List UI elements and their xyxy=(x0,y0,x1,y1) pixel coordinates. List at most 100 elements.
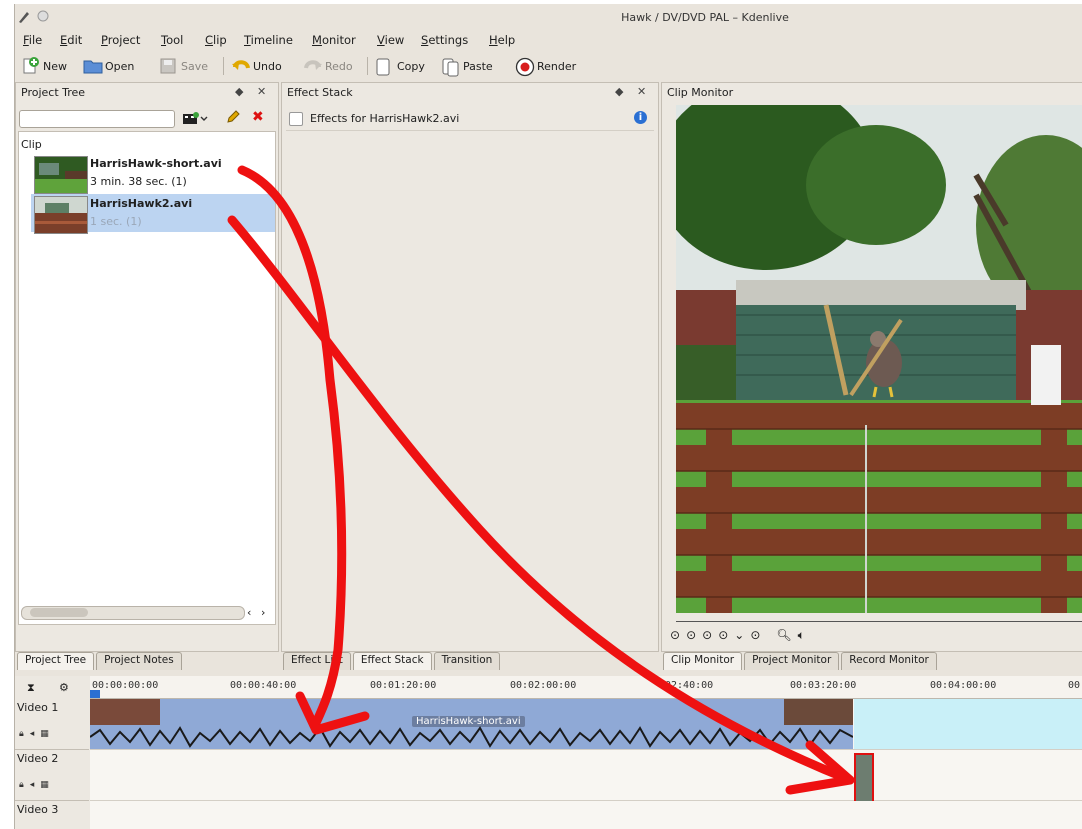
clip-item-harrishawk2[interactable]: HarrisHawk2.avi 1 sec. (1) xyxy=(31,194,275,234)
play-menu-chevron-icon[interactable]: ⌄ xyxy=(734,628,744,643)
forward-icon[interactable]: ⊙ xyxy=(750,628,760,643)
toolbar-separator xyxy=(223,57,224,75)
monitor-ruler[interactable] xyxy=(676,615,1082,622)
playhead-marker[interactable] xyxy=(90,690,100,698)
previous-frame-icon[interactable]: ⊙ xyxy=(702,628,712,643)
add-clip-icon[interactable] xyxy=(182,111,208,128)
paste-label: Paste xyxy=(463,59,493,73)
open-folder-icon xyxy=(83,57,103,75)
clip-thumbnail xyxy=(34,196,88,234)
volume-icon[interactable]: 🔈︎ xyxy=(798,628,805,643)
scroll-left-icon[interactable]: ‹ xyxy=(247,606,251,619)
ruler-tick: 00:04:00:00 xyxy=(930,680,997,691)
scroll-right-icon[interactable]: › xyxy=(261,606,265,619)
clip-name: HarrisHawk2.avi xyxy=(90,197,193,210)
zoom-timeline-icon[interactable]: ⧗ xyxy=(27,681,35,695)
ruler-tick: 00:00:40:00 xyxy=(230,680,297,691)
rewind-icon[interactable]: ⊙ xyxy=(686,628,696,643)
tab-effect-list[interactable]: Effect List xyxy=(283,652,351,670)
new-document-icon xyxy=(21,57,39,75)
render-button[interactable]: Render xyxy=(515,55,576,77)
window-menu-icon[interactable] xyxy=(37,10,49,22)
ruler-tick: 00: xyxy=(1068,680,1082,691)
zoom-icon[interactable]: 🔍︎ xyxy=(776,628,791,643)
toolbar-separator xyxy=(367,57,368,75)
menu-edit[interactable]: Edit xyxy=(60,33,82,47)
track-lock-mute-icons[interactable]: 🔒︎◂▦ xyxy=(19,780,55,790)
clip-item-harrishawk-short[interactable]: HarrisHawk-short.avi 3 min. 38 sec. (1) xyxy=(31,154,273,194)
project-search-input[interactable] xyxy=(19,110,175,128)
menu-clip[interactable]: Clip xyxy=(205,33,227,47)
tab-transition[interactable]: Transition xyxy=(433,652,501,670)
track-video-1[interactable]: HarrisHawk-short.avi xyxy=(90,699,1082,750)
tab-project-tree[interactable]: Project Tree xyxy=(17,652,95,670)
ruler-tick: 00:00:00:00 xyxy=(92,680,159,691)
clip-duration: 1 sec. (1) xyxy=(90,215,142,228)
title-bar: Hawk / DV/DVD PAL – Kdenlive xyxy=(15,4,1082,30)
redo-button[interactable]: Redo xyxy=(303,55,353,77)
app-icon[interactable] xyxy=(17,10,29,23)
tab-project-notes[interactable]: Project Notes xyxy=(96,652,182,670)
edit-clip-icon[interactable] xyxy=(226,110,240,127)
monitor-controls: ⊙ ⊙ ⊙ ⊙ ⌄ ⊙ 🔍︎ 🔈︎ xyxy=(670,628,805,643)
play-icon[interactable]: ⊙ xyxy=(718,628,728,643)
clip-monitor-panel: Clip Monitor ⊙ ⊙ ⊙ ⊙ ⌄ ⊙ 🔍︎ 🔈︎ xyxy=(661,82,1082,652)
save-button[interactable]: Save xyxy=(159,55,208,77)
paste-button[interactable]: Paste xyxy=(441,55,493,77)
open-label: Open xyxy=(105,59,135,73)
effects-for-label: Effects for HarrisHawk2.avi xyxy=(310,112,460,125)
open-button[interactable]: Open xyxy=(83,55,134,77)
clip-thumbnail xyxy=(34,156,88,194)
effect-stack-panel: Effect Stack ◆ ✕ Effects for HarrisHawk2… xyxy=(281,82,659,652)
tab-effect-stack[interactable]: Effect Stack xyxy=(352,652,432,670)
clip-duration: 3 min. 38 sec. (1) xyxy=(90,175,187,188)
float-panel-icon[interactable]: ◆ xyxy=(615,85,623,98)
monitor-video-frame xyxy=(676,105,1082,613)
track-empty-highlight xyxy=(854,699,1082,749)
save-disk-icon xyxy=(159,57,177,75)
close-panel-icon[interactable]: ✕ xyxy=(637,85,646,98)
effects-checkbox[interactable] xyxy=(289,112,303,126)
scrollbar-thumb[interactable] xyxy=(30,608,88,617)
menu-bar: File Edit Project Tool Clip Timeline Mon… xyxy=(15,31,1082,49)
track-video-3[interactable] xyxy=(90,801,1082,829)
menu-help[interactable]: Help xyxy=(489,33,515,47)
clip-group-label: Clip xyxy=(21,138,42,151)
redo-label: Redo xyxy=(325,59,353,73)
info-icon[interactable]: i xyxy=(634,111,647,124)
close-panel-icon[interactable]: ✕ xyxy=(257,85,266,98)
timeline-clip-harrishawk2[interactable] xyxy=(854,753,874,804)
kdenlive-window: Hawk / DV/DVD PAL – Kdenlive File Edit P… xyxy=(14,4,1082,829)
tab-record-monitor[interactable]: Record Monitor xyxy=(841,652,937,670)
clip-list: Clip HarrisHawk-short.avi 3 min. 38 sec.… xyxy=(18,131,276,625)
menu-file[interactable]: File xyxy=(23,33,42,47)
copy-button[interactable]: Copy xyxy=(375,55,425,77)
effects-header-row: Effects for HarrisHawk2.avi i xyxy=(286,108,654,131)
seek-start-icon[interactable]: ⊙ xyxy=(670,628,680,643)
menu-view[interactable]: View xyxy=(377,33,404,47)
tab-project-monitor[interactable]: Project Monitor xyxy=(744,652,840,670)
track-video-2[interactable] xyxy=(90,750,1082,804)
render-label: Render xyxy=(537,59,577,73)
menu-tool[interactable]: Tool xyxy=(161,33,183,47)
paste-icon xyxy=(441,57,459,77)
timeline-ruler[interactable]: 00:00:00:00 00:00:40:00 00:01:20:00 00:0… xyxy=(90,676,1082,699)
menu-project[interactable]: Project xyxy=(101,33,140,47)
ruler-tick: 02:40:00 xyxy=(665,680,714,691)
menu-timeline[interactable]: Timeline xyxy=(244,33,293,47)
save-label: Save xyxy=(181,59,209,73)
track-lock-mute-icons[interactable]: 🔒︎◂▦ xyxy=(19,729,55,739)
delete-clip-icon[interactable]: ✖ xyxy=(252,109,264,125)
new-button[interactable]: New xyxy=(21,55,67,77)
redo-icon xyxy=(303,57,322,75)
render-record-icon xyxy=(515,57,535,77)
menu-monitor[interactable]: Monitor xyxy=(312,33,356,47)
effect-stack-title: Effect Stack xyxy=(287,86,353,99)
settings-timeline-icon[interactable]: ⚙ xyxy=(59,681,69,694)
float-panel-icon[interactable]: ◆ xyxy=(235,85,243,98)
undo-button[interactable]: Undo xyxy=(231,55,282,77)
tab-clip-monitor[interactable]: Clip Monitor xyxy=(663,652,743,670)
menu-settings[interactable]: Settings xyxy=(421,33,468,47)
horizontal-scrollbar[interactable] xyxy=(21,606,245,620)
timeline-clip-harrishawk-short[interactable]: HarrisHawk-short.avi xyxy=(90,699,853,749)
